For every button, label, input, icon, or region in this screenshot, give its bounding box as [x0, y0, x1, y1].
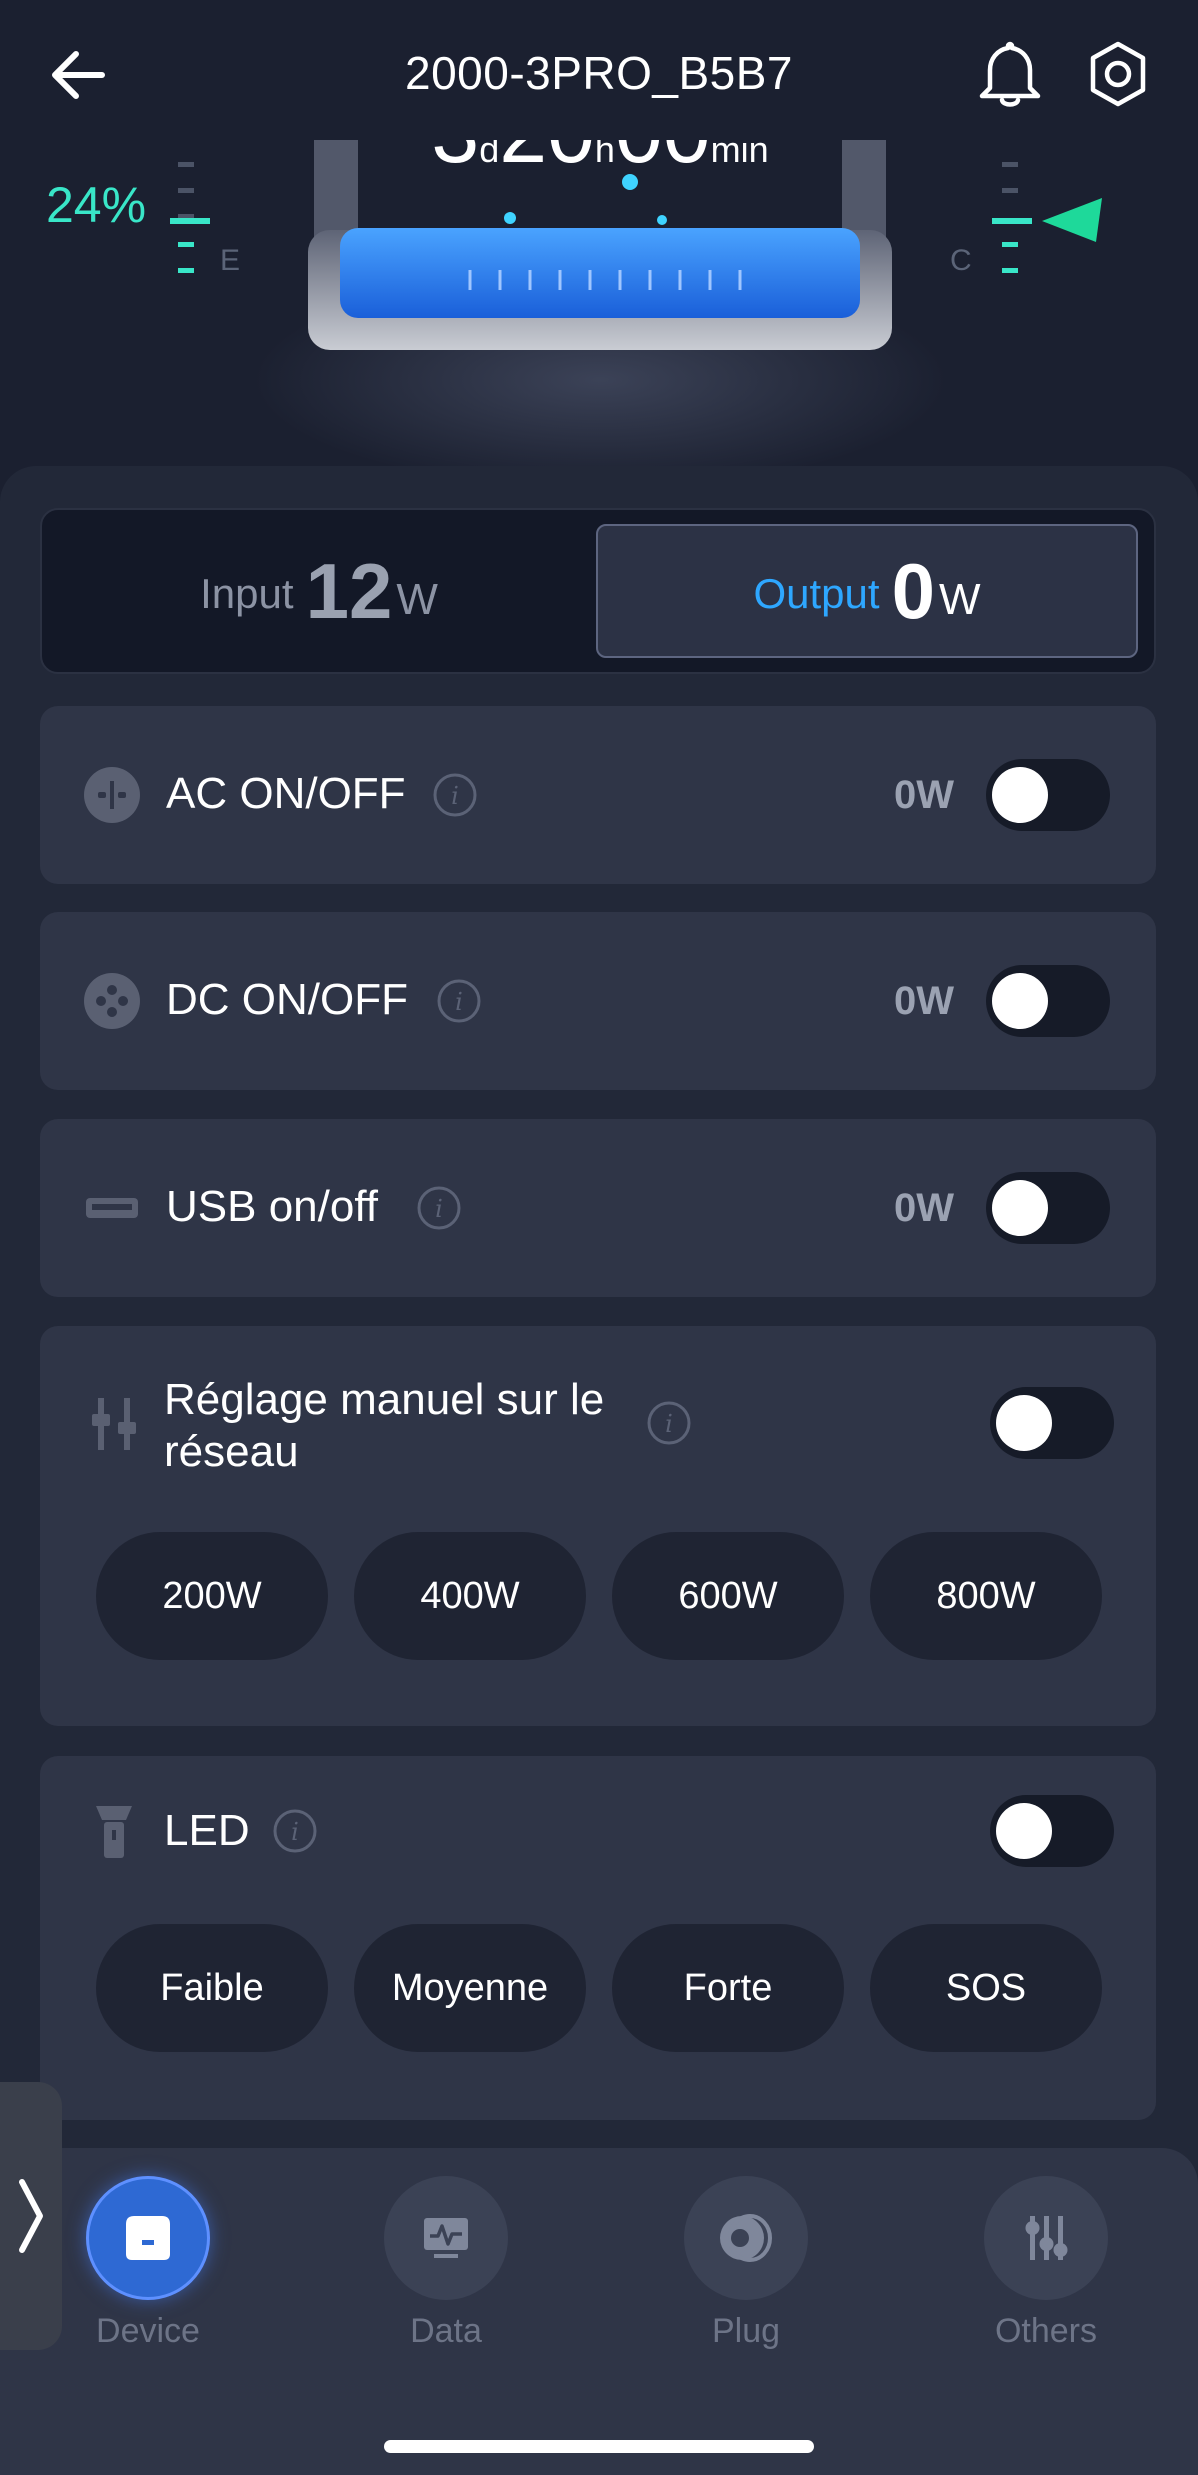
nav-others[interactable]: Others	[966, 2176, 1126, 2351]
notifications-button[interactable]	[972, 36, 1048, 112]
grid-label: Réglage manuel sur le réseau	[164, 1374, 604, 1478]
grid-toggle[interactable]	[990, 1387, 1114, 1459]
led-mode-options: Faible Moyenne Forte SOS	[96, 1924, 1102, 2052]
led-option-forte[interactable]: Forte	[612, 1924, 844, 2052]
toggle-knob	[992, 767, 1048, 823]
nav-device[interactable]: Device	[68, 2176, 228, 2351]
usb-label: USB on/off	[166, 1182, 378, 1231]
ac-watt: 0W	[894, 773, 954, 817]
plug-icon	[684, 2176, 808, 2300]
grid-option-200w[interactable]: 200W	[96, 1532, 328, 1660]
toggle-knob	[992, 973, 1048, 1029]
settings-button[interactable]	[1080, 36, 1156, 112]
output-label: Output	[753, 570, 880, 617]
output-unit: W	[938, 575, 981, 624]
dc-label: DC ON/OFF	[166, 975, 408, 1024]
gear-icon	[1090, 41, 1146, 107]
usb-row: USB on/off i 0W	[40, 1119, 1156, 1297]
discharge-scale-icon	[170, 162, 210, 273]
side-drawer-handle[interactable]	[0, 2082, 62, 2350]
led-option-sos[interactable]: SOS	[870, 1924, 1102, 2052]
charged-label: C	[950, 244, 972, 277]
output-value: 0	[891, 546, 935, 635]
device-icon	[86, 2176, 210, 2300]
bottom-nav: Device Data Plug Others	[0, 2148, 1198, 2475]
svg-text:i: i	[451, 782, 459, 810]
chevron-right-icon	[19, 2179, 43, 2253]
usb-watt: 0W	[894, 1186, 954, 1230]
home-indicator[interactable]	[384, 2440, 814, 2453]
dc-outlet-icon	[84, 973, 140, 1029]
charge-scale-icon	[992, 162, 1102, 273]
io-tabs: Input 12 W Output 0 W	[40, 508, 1156, 674]
dc-toggle[interactable]	[986, 965, 1110, 1037]
ac-toggle[interactable]	[986, 759, 1110, 831]
ac-row: AC ON/OFF i 0W	[40, 706, 1156, 884]
info-icon[interactable]: i	[436, 978, 482, 1024]
info-icon[interactable]: i	[646, 1400, 692, 1446]
grid-power-options: 200W 400W 600W 800W	[96, 1532, 1102, 1660]
led-option-faible[interactable]: Faible	[96, 1924, 328, 2052]
power-station-image: 3d20h00min	[300, 120, 900, 360]
grid-option-400w[interactable]: 400W	[354, 1532, 586, 1660]
info-icon[interactable]: i	[416, 1185, 462, 1231]
grid-label-line2: réseau	[164, 1427, 299, 1476]
grid-manual-row: Réglage manuel sur le réseau i 200W 400W…	[40, 1326, 1156, 1726]
battery-hero: 24% E C 3d20h00min	[0, 120, 1198, 480]
svg-text:i: i	[435, 1195, 443, 1223]
input-value: 12	[305, 546, 393, 635]
input-label: Input	[200, 570, 294, 617]
led-label: LED	[164, 1806, 250, 1855]
dc-row: DC ON/OFF i 0W	[40, 912, 1156, 1090]
usb-port-icon	[86, 1198, 138, 1218]
nav-data[interactable]: Data	[366, 2176, 526, 2351]
svg-text:i: i	[291, 1818, 299, 1846]
nav-plug[interactable]: Plug	[666, 2176, 826, 2351]
toggle-knob	[992, 1180, 1048, 1236]
ac-outlet-icon	[84, 767, 140, 823]
led-row: LED i Faible Moyenne Forte SOS	[40, 1756, 1156, 2120]
ac-label: AC ON/OFF	[166, 769, 406, 818]
usb-toggle[interactable]	[986, 1172, 1110, 1244]
sliders-icon	[984, 2176, 1108, 2300]
bell-icon	[979, 41, 1041, 107]
toggle-knob	[996, 1395, 1052, 1451]
svg-text:i: i	[665, 1410, 673, 1438]
toggle-knob	[996, 1803, 1052, 1859]
tab-output[interactable]: Output 0 W	[596, 524, 1138, 658]
tab-input[interactable]: Input 12 W	[42, 510, 596, 672]
info-icon[interactable]: i	[272, 1808, 318, 1854]
led-option-moyenne[interactable]: Moyenne	[354, 1924, 586, 2052]
info-icon[interactable]: i	[432, 772, 478, 818]
input-unit: W	[396, 575, 438, 624]
grid-option-800w[interactable]: 800W	[870, 1532, 1102, 1660]
grid-option-600w[interactable]: 600W	[612, 1532, 844, 1660]
nav-device-label: Device	[96, 2312, 200, 2350]
battery-percent: 24%	[46, 177, 147, 233]
top-bar: 2000-3PRO_B5B7	[0, 0, 1198, 140]
nav-data-label: Data	[410, 2312, 482, 2350]
svg-text:i: i	[455, 988, 463, 1016]
grid-adjust-icon	[92, 1398, 136, 1450]
led-toggle[interactable]	[990, 1795, 1114, 1867]
grid-label-line1: Réglage manuel sur le	[164, 1375, 605, 1424]
data-icon	[384, 2176, 508, 2300]
empty-label: E	[220, 244, 241, 277]
nav-others-label: Others	[994, 2312, 1098, 2350]
nav-plug-label: Plug	[711, 2312, 781, 2350]
dc-watt: 0W	[894, 979, 954, 1023]
flashlight-icon	[96, 1806, 132, 1858]
